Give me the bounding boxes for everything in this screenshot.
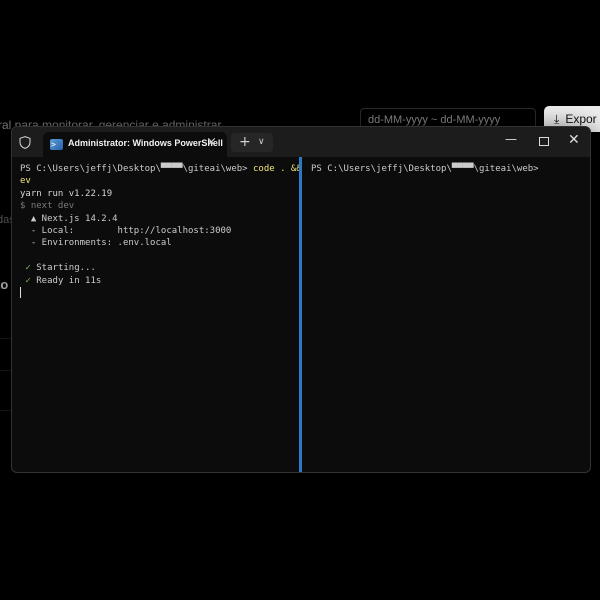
prompt: PS C:\Users\jeffj\Desktop\▀▀▀▀\giteai\we… — [311, 164, 539, 174]
maximize-button[interactable] — [539, 137, 549, 146]
tab-title: Administrator: Windows PowerShell — [68, 138, 223, 148]
command: code . && yarn d — [252, 164, 299, 174]
input-line[interactable] — [20, 286, 299, 299]
screen: ral para monitorar, gerenciar e administ… — [0, 0, 600, 600]
environments-line: - Environments: .env.local — [20, 238, 172, 249]
powershell-icon: > — [50, 139, 63, 150]
background-heading-fragment: to — [0, 277, 9, 292]
title-bar[interactable]: > Administrator: Windows PowerShell × + … — [12, 127, 590, 157]
close-window-button[interactable]: ✕ — [568, 132, 580, 148]
command-wrap: ev — [20, 176, 31, 187]
shield-icon — [19, 136, 31, 149]
local-label: - Local: — [20, 225, 118, 236]
terminal-line: ✓ Starting... — [20, 262, 299, 274]
starting-text: Starting... — [36, 263, 96, 274]
terminal-line: PS C:\Users\jeffj\Desktop\▀▀▀▀\giteai\we… — [20, 163, 299, 175]
terminal-line: - Local: http://localhost:3000 — [20, 225, 299, 237]
yarn-version: yarn run v1.22.19 — [20, 188, 113, 199]
prompt: PS C:\Users\jeffj\Desktop\▀▀▀▀\giteai\we… — [20, 164, 248, 174]
minimize-button[interactable]: — — [505, 132, 517, 146]
terminal-line: ✓ Ready in 11s — [20, 275, 299, 287]
terminal-pane-left[interactable]: PS C:\Users\jeffj\Desktop\▀▀▀▀\giteai\we… — [12, 157, 299, 472]
close-tab-icon[interactable]: × — [206, 135, 217, 150]
pane-splitter[interactable] — [299, 157, 302, 472]
text-cursor — [20, 286, 21, 298]
chevron-down-icon[interactable]: ∨ — [258, 133, 265, 152]
export-button-label: Expor — [565, 112, 597, 126]
new-tab-button[interactable]: + — [239, 133, 251, 151]
run-command: $ next dev — [20, 201, 75, 212]
nextjs-version: ▲ Next.js 14.2.4 — [20, 213, 118, 224]
check-icon: ✓ — [20, 275, 37, 286]
local-url[interactable]: http://localhost:3000 — [118, 226, 232, 236]
terminal-pane-right[interactable]: PS C:\Users\jeffj\Desktop\▀▀▀▀\giteai\we… — [303, 157, 590, 472]
ready-text: Ready in 11s — [36, 275, 102, 286]
new-tab-button-group: + ∨ — [231, 133, 273, 152]
check-icon: ✓ — [20, 263, 37, 274]
tab-powershell[interactable]: > Administrator: Windows PowerShell × — [43, 132, 227, 157]
terminal-window[interactable]: > Administrator: Windows PowerShell × + … — [11, 126, 591, 473]
